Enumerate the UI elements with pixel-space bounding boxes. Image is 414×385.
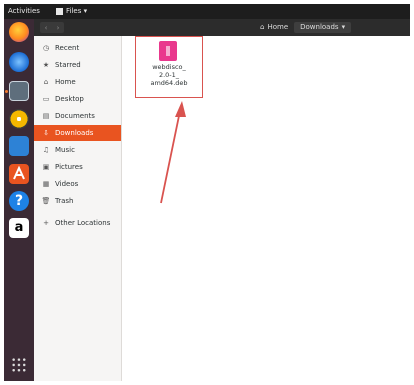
show-applications-icon[interactable] xyxy=(11,357,27,373)
sidebar-item-label: Documents xyxy=(55,112,95,120)
path-home-label: Home xyxy=(267,23,289,31)
help-icon[interactable]: ? xyxy=(9,191,29,211)
sidebar-item-label: Desktop xyxy=(55,95,84,103)
app-menu[interactable]: Files ▾ xyxy=(56,7,87,15)
sidebar-item-label: Music xyxy=(55,146,75,154)
home-icon: ⌂ xyxy=(43,78,49,86)
sidebar-item-label: Trash xyxy=(55,197,74,205)
trash-icon: 🗑 xyxy=(41,197,51,205)
star-icon: ★ xyxy=(42,61,50,69)
videos-icon: ▦ xyxy=(42,180,50,188)
files-icon[interactable] xyxy=(5,81,29,101)
music-icon: ♫ xyxy=(42,146,50,154)
sidebar-item-label: Downloads xyxy=(55,129,94,137)
sidebar-item-downloads[interactable]: ⇩ Downloads xyxy=(34,125,121,141)
nav-buttons: ‹ › xyxy=(40,22,64,33)
files-window: ‹ › ⌂ Home Downloads ▾ ◷ Recent ★ Starre… xyxy=(34,19,410,381)
app-menu-label: Files ▾ xyxy=(66,7,88,15)
sidebar-item-documents[interactable]: ▤ Documents xyxy=(34,108,121,124)
sidebar-item-label: Videos xyxy=(55,180,79,188)
path-downloads-label: Downloads xyxy=(300,23,339,31)
sidebar-item-other-locations[interactable]: + Other Locations xyxy=(34,215,121,231)
sidebar-item-trash[interactable]: 🗑 Trash xyxy=(34,193,121,209)
sidebar-item-label: Home xyxy=(55,78,76,86)
sidebar-item-videos[interactable]: ▦ Videos xyxy=(34,176,121,192)
activities-button[interactable]: Activities xyxy=(8,7,40,15)
pictures-icon: ▣ xyxy=(42,163,50,171)
software-center-icon[interactable] xyxy=(9,164,29,184)
file-item[interactable]: webdisco_ 2.0-1_ amd64.deb xyxy=(135,36,203,98)
desktop-icon: ▭ xyxy=(42,95,50,103)
libreoffice-writer-icon[interactable] xyxy=(9,136,29,156)
forward-button[interactable]: › xyxy=(57,24,60,32)
home-icon: ⌂ xyxy=(260,23,265,31)
sidebar-item-label: Recent xyxy=(55,44,80,52)
documents-icon: ▤ xyxy=(42,112,50,120)
screen: Activities Files ▾ ? a ‹ › ⌂ Home Downlo… xyxy=(0,0,414,385)
path-bar: ⌂ Home Downloads ▾ xyxy=(254,22,352,33)
plus-icon: + xyxy=(43,219,49,227)
sidebar-item-starred[interactable]: ★ Starred xyxy=(34,57,121,73)
firefox-icon[interactable] xyxy=(9,22,29,42)
rhythmbox-icon[interactable] xyxy=(9,109,29,129)
header-bar: ‹ › ⌂ Home Downloads ▾ xyxy=(34,19,410,36)
dock: ? a xyxy=(4,19,34,381)
clock-icon: ◷ xyxy=(42,44,50,52)
sidebar: ◷ Recent ★ Starred ⌂ Home ▭ Desktop ▤ Do… xyxy=(34,36,122,381)
sidebar-item-music[interactable]: ♫ Music xyxy=(34,142,121,158)
download-icon: ⇩ xyxy=(43,129,49,137)
sidebar-item-label: Pictures xyxy=(55,163,83,171)
sidebar-item-recent[interactable]: ◷ Recent xyxy=(34,40,121,56)
deb-package-icon xyxy=(159,41,177,61)
files-app-icon xyxy=(56,7,63,15)
thunderbird-icon[interactable] xyxy=(9,52,29,72)
sidebar-item-desktop[interactable]: ▭ Desktop xyxy=(34,91,121,107)
sidebar-item-label: Starred xyxy=(55,61,81,69)
chevron-down-icon: ▾ xyxy=(341,23,346,31)
software-center-glyph xyxy=(13,165,25,180)
sidebar-item-home[interactable]: ⌂ Home xyxy=(34,74,121,90)
back-button[interactable]: ‹ xyxy=(45,24,48,32)
amazon-icon[interactable]: a xyxy=(9,218,29,238)
sidebar-item-label: Other Locations xyxy=(55,219,111,227)
path-home[interactable]: ⌂ Home xyxy=(254,22,294,33)
sidebar-item-pictures[interactable]: ▣ Pictures xyxy=(34,159,121,175)
file-name: webdisco_ 2.0-1_ amd64.deb xyxy=(150,63,188,87)
path-downloads[interactable]: Downloads ▾ xyxy=(294,22,352,33)
top-bar: Activities Files ▾ xyxy=(4,4,410,19)
